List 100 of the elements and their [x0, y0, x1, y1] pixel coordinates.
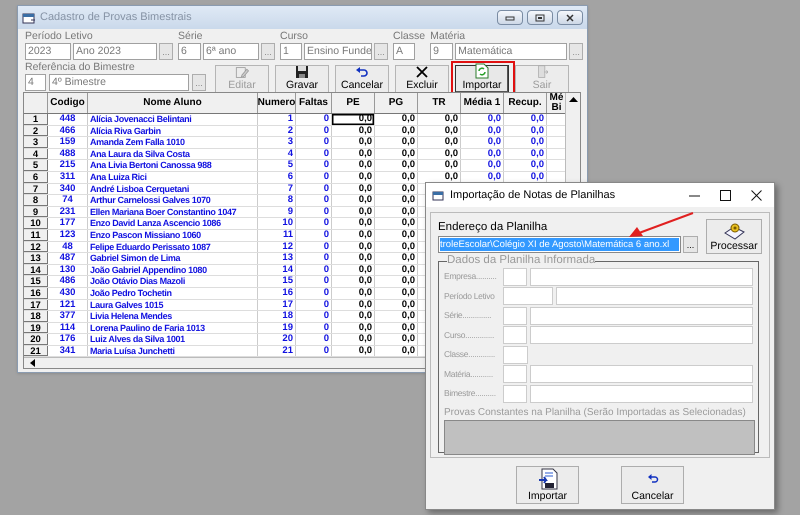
table-cell: Ana Livia Bertoni Canossa 988 — [88, 160, 258, 171]
column-header[interactable]: PE — [332, 93, 375, 113]
row-number: 16 — [24, 288, 48, 298]
field-label: Classe — [393, 30, 426, 42]
input-field[interactable] — [502, 384, 528, 403]
table-cell: 0,0 — [418, 160, 461, 171]
table-cell: Amanda Zem Falla 1010 — [88, 137, 258, 148]
table-cell: 74 — [48, 195, 88, 206]
scroll-left-icon[interactable] — [29, 359, 35, 367]
table-cell: 0,0 — [461, 114, 504, 125]
table-cell: 0,0 — [504, 126, 547, 136]
table-cell: 130 — [48, 264, 88, 276]
table-cell: Luiz Alves da Silva 1001 — [88, 334, 258, 345]
toolbar-button[interactable]: Excluir — [395, 65, 449, 93]
row-number: 18 — [24, 311, 48, 322]
table-cell: 0,0 — [375, 195, 418, 206]
name-field[interactable]: Ensino Funde — [304, 43, 372, 60]
browse-button[interactable]: ... — [159, 43, 173, 60]
table-cell: 0 — [296, 311, 332, 322]
name-field[interactable]: Matemática — [455, 43, 568, 60]
input-field[interactable] — [502, 268, 528, 286]
table-cell: 121 — [48, 300, 88, 310]
dialog-button[interactable]: Cancelar — [621, 466, 684, 504]
scroll-up-icon[interactable] — [568, 96, 578, 102]
door-exit-icon — [536, 65, 548, 79]
browse-button[interactable]: ... — [683, 236, 698, 253]
annotation-arrow — [627, 211, 695, 239]
toolbar-button[interactable]: Cancelar — [335, 65, 389, 93]
gear-document-icon — [723, 222, 745, 240]
column-header[interactable]: Média 1 — [461, 93, 504, 113]
input-field[interactable] — [530, 326, 753, 344]
browse-button[interactable]: ... — [569, 43, 584, 60]
name-field[interactable]: Ano 2023 — [73, 43, 157, 60]
close-button[interactable] — [557, 10, 583, 25]
document-arrow-icon — [538, 467, 558, 490]
table-cell: Laura Galves 1015 — [88, 300, 258, 310]
input-field[interactable] — [556, 287, 753, 306]
column-header[interactable]: PG — [375, 93, 418, 113]
table-cell: 448 — [48, 114, 88, 125]
table-cell: 48 — [48, 242, 88, 252]
code-field[interactable]: 6 — [178, 43, 201, 60]
column-header[interactable]: Codigo — [48, 93, 88, 113]
process-button[interactable]: Processar — [706, 219, 762, 254]
table-cell: Livia Helena Mendes — [88, 311, 258, 322]
path-field[interactable]: troleEscolar\Colégio XI de Agosto\Matemática 6 ano.xl — [438, 236, 681, 253]
table-cell: 0 — [296, 264, 332, 276]
table-cell: 0 — [296, 126, 332, 136]
field-label: Período Letivo — [25, 30, 94, 42]
browse-button[interactable]: ... — [192, 74, 206, 91]
input-field[interactable] — [502, 326, 528, 344]
field-label: Curso — [280, 30, 310, 42]
table-cell: 0,0 — [504, 148, 547, 160]
code-field[interactable]: A — [393, 43, 415, 60]
table-cell: 16 — [258, 288, 296, 298]
table-cell: Enzo Pascon Missiano 1060 — [88, 230, 258, 241]
table-cell: 488 — [48, 148, 88, 160]
name-field[interactable]: 6ª ano — [203, 43, 259, 60]
app-icon — [22, 12, 36, 24]
table-cell: 114 — [48, 322, 88, 334]
input-field[interactable] — [530, 268, 753, 286]
input-field[interactable] — [530, 306, 753, 325]
maximize-icon[interactable] — [720, 190, 731, 200]
table-cell: 3 — [258, 137, 296, 148]
table-cell: 0,0 — [375, 311, 418, 322]
toolbar-button[interactable]: Gravar — [275, 65, 329, 93]
column-header[interactable]: Nome Aluno — [88, 93, 258, 113]
code-field[interactable]: 1 — [280, 43, 302, 60]
code-field[interactable]: 9 — [430, 43, 454, 60]
column-header[interactable]: TR — [418, 93, 461, 113]
exam-list[interactable] — [444, 420, 755, 454]
browse-button[interactable]: ... — [374, 43, 388, 60]
column-header[interactable]: Faltas — [296, 93, 332, 113]
table-cell: 0,0 — [332, 242, 375, 252]
table-cell: 0,0 — [332, 206, 375, 218]
input-field[interactable] — [502, 306, 528, 325]
code-field[interactable]: 4 — [25, 74, 46, 91]
minimize-button[interactable] — [497, 10, 523, 25]
table-cell: 0 — [296, 148, 332, 160]
toolbar-button[interactable]: Importar — [455, 65, 509, 93]
input-field[interactable] — [530, 365, 753, 384]
table-cell: 0 — [296, 195, 332, 206]
table-cell: 9 — [258, 206, 296, 218]
minimize-icon — [505, 14, 515, 20]
table-cell: 10 — [258, 218, 296, 229]
browse-button[interactable]: ... — [261, 43, 275, 60]
table-cell: 0,0 — [375, 160, 418, 171]
input-field[interactable] — [502, 287, 554, 306]
input-field[interactable] — [503, 346, 528, 364]
table-cell: 4 — [258, 148, 296, 160]
maximize-button[interactable] — [527, 10, 553, 25]
code-field[interactable]: 2023 — [25, 43, 71, 60]
column-header[interactable]: Numero — [258, 93, 296, 113]
close-icon[interactable] — [751, 190, 762, 200]
dialog-button[interactable]: Importar — [516, 466, 579, 504]
column-header[interactable]: Recup. — [504, 93, 547, 113]
name-field[interactable]: 4º Bimestre — [49, 74, 189, 91]
input-field[interactable] — [502, 365, 528, 384]
table-cell: Ana Luiza Rici — [88, 172, 258, 183]
input-field[interactable] — [530, 384, 753, 403]
row-number: 12 — [24, 242, 48, 252]
